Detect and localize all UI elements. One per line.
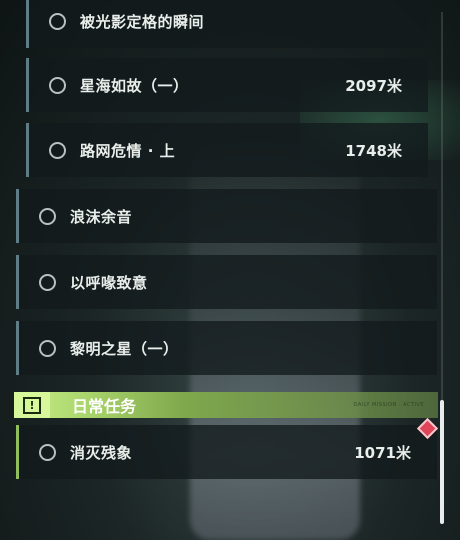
- quest-row[interactable]: 浪沫余音: [16, 189, 437, 243]
- quest-title: 以呼喙致意: [70, 273, 148, 292]
- quest-title: 被光影定格的瞬间: [80, 12, 205, 31]
- daily-quest-row[interactable]: 消灭残象 1071米: [16, 425, 437, 479]
- daily-section-tag: DAILY MISSION · ACTIVE: [353, 402, 424, 408]
- radio-circle-icon[interactable]: [49, 12, 66, 30]
- radio-circle-icon[interactable]: [39, 443, 56, 461]
- scrollbar-thumb[interactable]: [440, 400, 444, 524]
- quest-row[interactable]: 星海如故（一） 2097米: [26, 58, 428, 112]
- radio-circle-icon[interactable]: [49, 76, 66, 94]
- radio-circle-icon[interactable]: [39, 207, 56, 225]
- quest-distance: 1748米: [345, 141, 402, 160]
- radio-circle-icon[interactable]: [39, 339, 56, 357]
- quest-distance: 2097米: [345, 76, 402, 95]
- radio-circle-icon[interactable]: [39, 273, 56, 291]
- daily-section-title: 日常任务: [72, 397, 137, 416]
- quest-title: 黎明之星（一）: [70, 339, 179, 358]
- quest-distance: 1071米: [354, 443, 411, 462]
- quest-title: 消灭残象: [70, 443, 133, 462]
- daily-badge: !: [14, 392, 50, 418]
- quest-title: 路网危情 · 上: [80, 141, 176, 160]
- quest-row[interactable]: 被光影定格的瞬间: [26, 0, 428, 48]
- quest-title: 浪沫余音: [70, 207, 133, 226]
- quest-row[interactable]: 路网危情 · 上 1748米: [26, 123, 428, 177]
- quest-row[interactable]: 以呼喙致意: [16, 255, 437, 309]
- exclamation-icon: !: [23, 396, 41, 414]
- quest-row[interactable]: 黎明之星（一）: [16, 321, 437, 375]
- daily-section-header[interactable]: ! 日常任务 DAILY MISSION · ACTIVE: [14, 392, 438, 418]
- quest-title: 星海如故（一）: [80, 76, 189, 95]
- radio-circle-icon[interactable]: [49, 141, 66, 159]
